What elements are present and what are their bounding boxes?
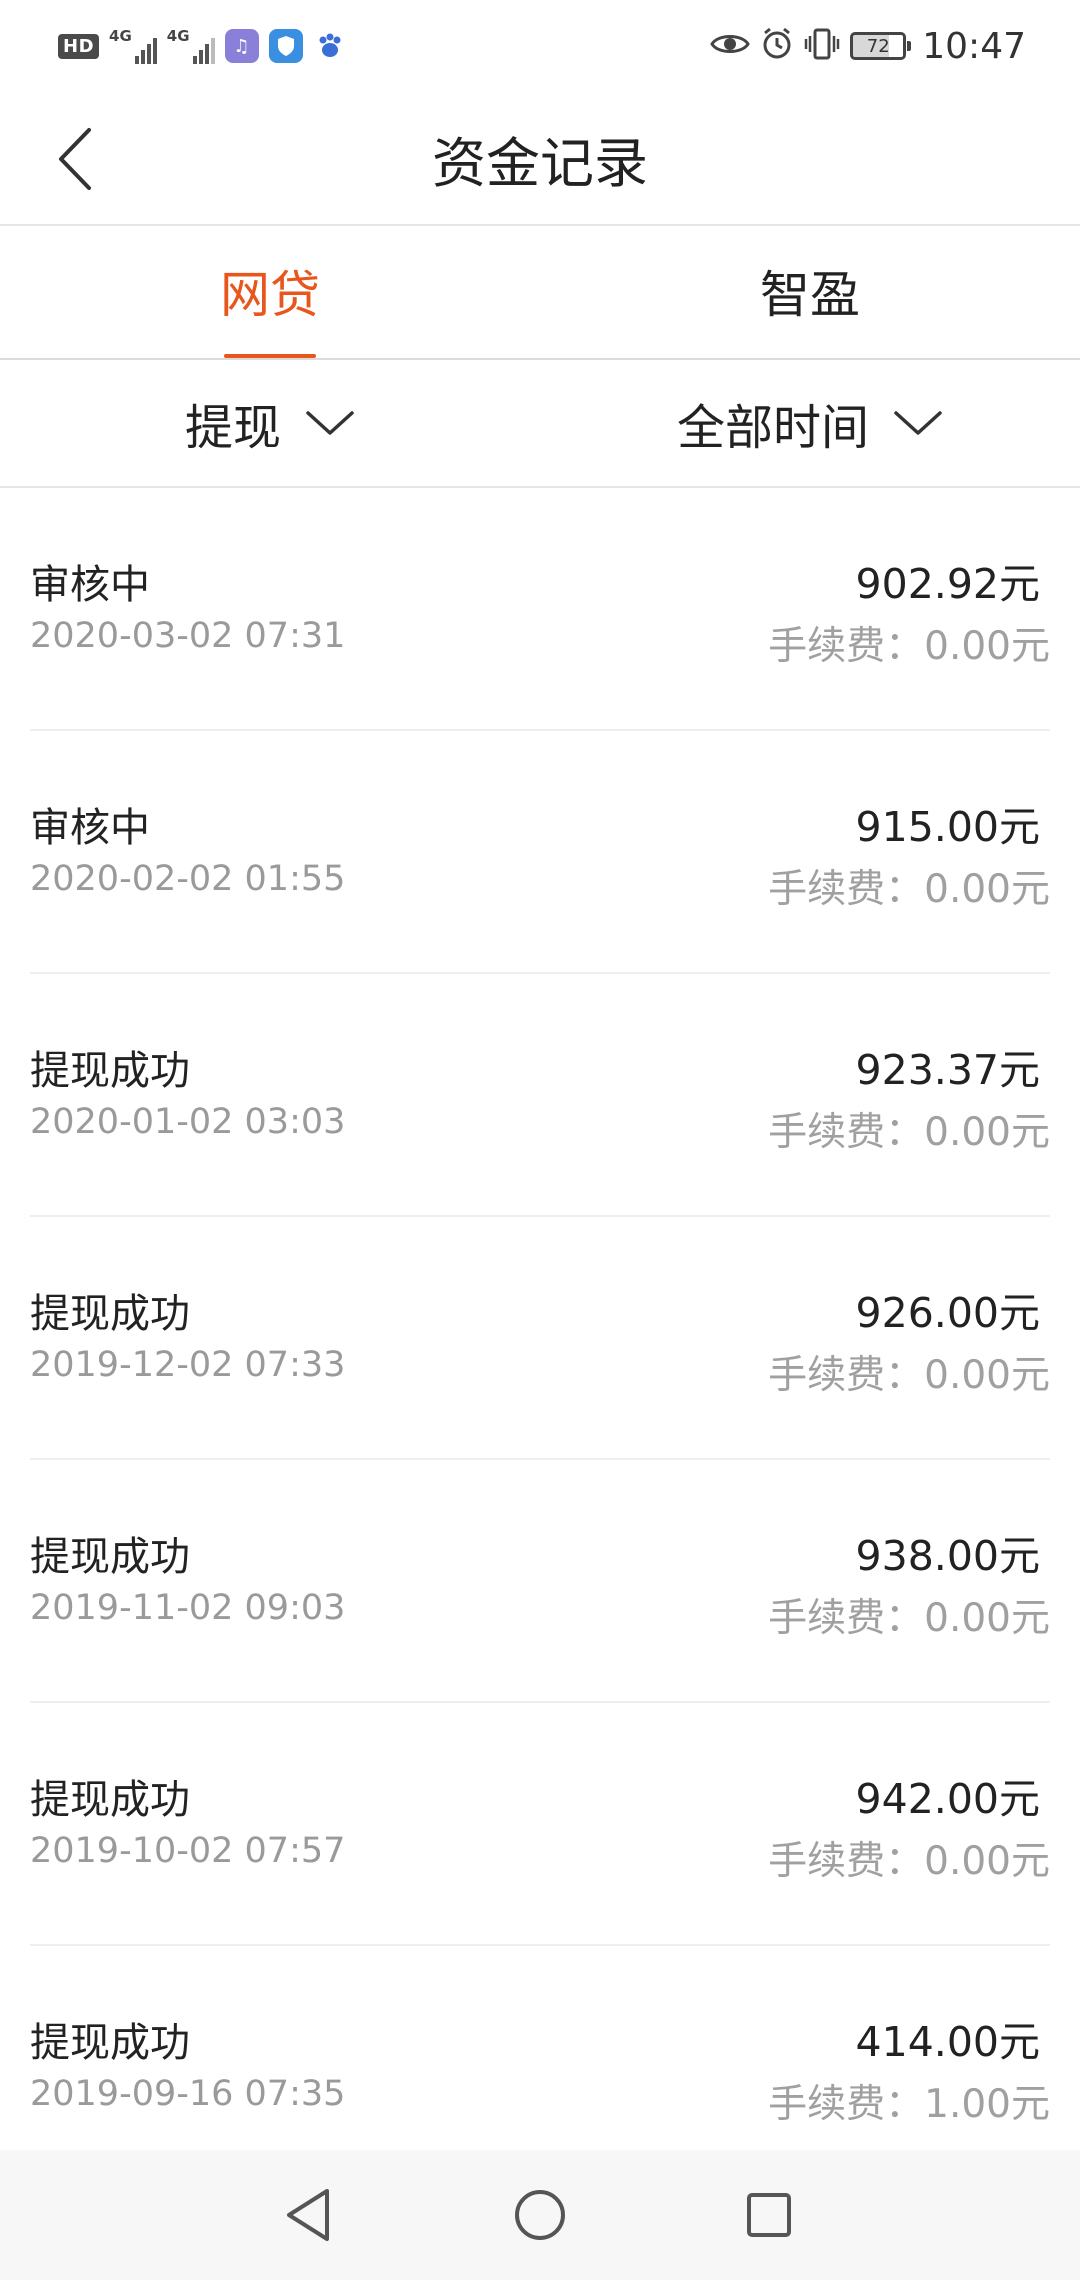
eye-icon (710, 29, 751, 63)
list-item[interactable]: 提现成功 2020-01-02 03:03 923.37元 手续费：0.00元 (30, 974, 1050, 1217)
record-status: 提现成功 (30, 1777, 190, 1823)
record-date: 2020-01-02 03:03 (30, 1102, 346, 1142)
record-date: 2019-10-02 07:57 (30, 1831, 346, 1871)
list-item[interactable]: 提现成功 2019-10-02 07:57 942.00元 手续费：0.00元 (30, 1703, 1050, 1946)
music-app-icon: ♫ (224, 29, 259, 63)
status-bar: HD 4G 4G ♫ 72 10:47 (0, 0, 1080, 92)
record-status: 提现成功 (30, 2020, 190, 2066)
battery-icon: 72 (850, 32, 912, 60)
list-item[interactable]: 审核中 2020-02-02 01:55 915.00元 手续费：0.00元 (30, 731, 1050, 974)
record-fee: 手续费：0.00元 (768, 1839, 1050, 1884)
signal-4g-icon-2: 4G (167, 28, 215, 64)
alarm-icon (760, 27, 794, 65)
record-status: 审核中 (30, 562, 150, 608)
record-fee: 手续费：0.00元 (768, 624, 1050, 669)
record-fee: 手续费：0.00元 (768, 867, 1050, 912)
record-status: 审核中 (30, 805, 150, 851)
tab-zhiying[interactable]: 智盈 (540, 224, 1080, 358)
page-header: 资金记录 (0, 92, 1080, 226)
triangle-back-icon (287, 2189, 329, 2241)
record-amount: 926.00元 (855, 1289, 1040, 1337)
record-date: 2020-02-02 01:55 (30, 859, 346, 899)
record-fee: 手续费：0.00元 (768, 1353, 1050, 1398)
list-item[interactable]: 审核中 2020-03-02 07:31 902.92元 手续费：0.00元 (30, 488, 1050, 731)
record-amount: 942.00元 (855, 1775, 1040, 1823)
nav-home-button[interactable] (505, 2180, 575, 2250)
record-status: 提现成功 (30, 1291, 190, 1337)
list-item[interactable]: 提现成功 2019-11-02 09:03 938.00元 手续费：0.00元 (30, 1460, 1050, 1703)
network-type-1: 4G (109, 27, 132, 45)
time-filter-label: 全部时间 (676, 400, 869, 456)
tab-online-loan[interactable]: 网贷 (0, 224, 540, 358)
category-tabs: 网贷 智盈 (0, 224, 1080, 360)
record-amount: 414.00元 (855, 2018, 1040, 2066)
record-status: 提现成功 (30, 1048, 190, 1094)
app-screen: HD 4G 4G ♫ 72 10:47 资金记录 网贷 智盈 提现 全部时间 审… (0, 0, 1080, 2280)
paw-app-icon (313, 29, 347, 63)
back-button[interactable] (30, 114, 120, 204)
square-recents-icon (747, 2193, 791, 2237)
record-date: 2019-09-16 07:35 (30, 2074, 346, 2114)
status-bar-left: HD 4G 4G ♫ (58, 22, 347, 70)
chevron-left-icon (59, 128, 91, 190)
chevron-down-icon (894, 411, 942, 435)
time-filter-dropdown[interactable]: 全部时间 (540, 360, 1080, 486)
record-fee: 手续费：0.00元 (768, 1596, 1050, 1641)
record-amount: 923.37元 (855, 1046, 1040, 1094)
circle-home-icon (515, 2190, 565, 2240)
shield-app-icon (268, 29, 303, 63)
network-type-2: 4G (166, 27, 190, 45)
page-title: 资金记录 (432, 131, 648, 195)
record-amount: 915.00元 (855, 803, 1040, 851)
record-status: 提现成功 (30, 1534, 190, 1580)
nav-back-button[interactable] (273, 2180, 343, 2250)
record-date: 2020-03-02 07:31 (30, 616, 346, 656)
record-fee: 手续费：0.00元 (768, 1110, 1050, 1155)
record-fee: 手续费：1.00元 (768, 2082, 1050, 2127)
status-bar-right: 72 10:47 (710, 22, 1026, 70)
list-item[interactable]: 提现成功 2019-12-02 07:33 926.00元 手续费：0.00元 (30, 1217, 1050, 1460)
filter-bar: 提现 全部时间 (0, 360, 1080, 488)
hd-badge: HD (58, 33, 100, 59)
nav-recents-button[interactable] (734, 2180, 804, 2250)
record-amount: 938.00元 (855, 1532, 1040, 1580)
chevron-down-icon (306, 411, 354, 435)
record-amount: 902.92元 (855, 560, 1040, 608)
vibrate-icon (804, 27, 840, 65)
system-nav-bar (0, 2150, 1080, 2280)
clock-time: 10:47 (922, 25, 1026, 67)
type-filter-dropdown[interactable]: 提现 (0, 360, 540, 486)
signal-4g-icon: 4G (109, 28, 157, 64)
type-filter-label: 提现 (184, 400, 281, 456)
record-date: 2019-12-02 07:33 (30, 1345, 346, 1385)
record-date: 2019-11-02 09:03 (30, 1588, 346, 1628)
record-list: 审核中 2020-03-02 07:31 902.92元 手续费：0.00元 审… (0, 488, 1080, 2187)
